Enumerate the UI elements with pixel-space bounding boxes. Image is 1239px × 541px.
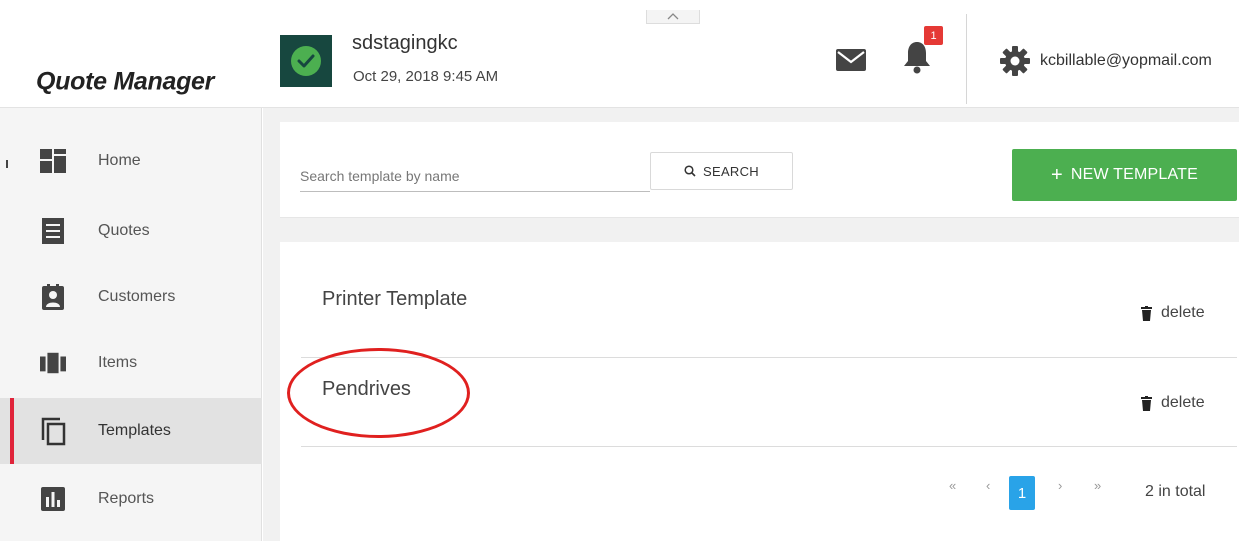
search-input[interactable]: [300, 160, 650, 192]
customers-icon: [40, 284, 66, 310]
highlight-annotation: [287, 348, 470, 438]
mail-icon[interactable]: [836, 49, 866, 76]
sidebar-item-reports[interactable]: Reports: [0, 466, 262, 532]
collapse-header-button[interactable]: [646, 10, 700, 24]
sidebar-item-home[interactable]: Home: [0, 128, 262, 194]
prev-page-button[interactable]: ‹: [986, 478, 990, 493]
home-icon: [40, 148, 66, 174]
reports-icon: [40, 486, 66, 512]
delete-label: delete: [1161, 394, 1205, 411]
search-icon: [684, 165, 696, 177]
sidebar-item-label: Templates: [98, 422, 171, 439]
sidebar-item-label: Quotes: [98, 222, 150, 239]
plus-icon: +: [1050, 164, 1063, 186]
sidebar-item-label: Customers: [98, 288, 176, 305]
delete-label: delete: [1161, 304, 1205, 321]
sidebar-item-customers[interactable]: Customers: [0, 264, 262, 330]
sidebar-item-label: Items: [98, 354, 138, 371]
trash-icon: [1141, 395, 1152, 411]
row-divider: [301, 446, 1237, 447]
company-name: sdstagingkc: [352, 32, 458, 54]
page-1-button[interactable]: 1: [1009, 476, 1035, 510]
new-template-label: NEW TEMPLATE: [1070, 166, 1199, 183]
header-divider: [966, 14, 967, 104]
sidebar-item-items[interactable]: Items: [0, 330, 262, 396]
trash-icon: [1141, 305, 1152, 321]
sidebar-item-label: Home: [98, 152, 141, 169]
first-page-button[interactable]: «: [949, 478, 956, 493]
quotes-icon: [40, 218, 66, 244]
last-page-button[interactable]: »: [1094, 478, 1101, 493]
items-icon: [40, 350, 66, 376]
sidebar-item-templates[interactable]: Templates: [0, 398, 262, 464]
delete-button[interactable]: delete: [1141, 304, 1205, 322]
sidebar-item-label: Reports: [98, 490, 155, 507]
search-button[interactable]: SEARCH: [650, 152, 793, 190]
delete-button[interactable]: delete: [1141, 394, 1205, 412]
user-email[interactable]: kcbillable@yopmail.com: [1040, 52, 1212, 70]
templates-icon: [40, 417, 66, 446]
search-button-label: SEARCH: [703, 163, 759, 179]
app-title: Quote Manager: [36, 67, 215, 96]
sidebar-item-quotes[interactable]: Quotes: [0, 198, 262, 264]
template-name-link[interactable]: Printer Template: [322, 288, 467, 311]
company-logo: [280, 35, 332, 87]
pagination-total: 2 in total: [1145, 483, 1206, 500]
company-date: Oct 29, 2018 9:45 AM: [353, 68, 499, 85]
chevron-up-icon: [667, 13, 679, 20]
new-template-button[interactable]: + NEW TEMPLATE: [1012, 149, 1237, 201]
bell-icon[interactable]: [902, 40, 932, 79]
notification-badge: 1: [924, 26, 943, 45]
next-page-button[interactable]: ›: [1058, 478, 1062, 493]
check-icon: [291, 46, 321, 76]
gear-icon[interactable]: [1000, 46, 1030, 81]
sidebar: Home Quotes Customers Items Templates Re…: [0, 108, 262, 541]
row-divider: [301, 357, 1237, 358]
